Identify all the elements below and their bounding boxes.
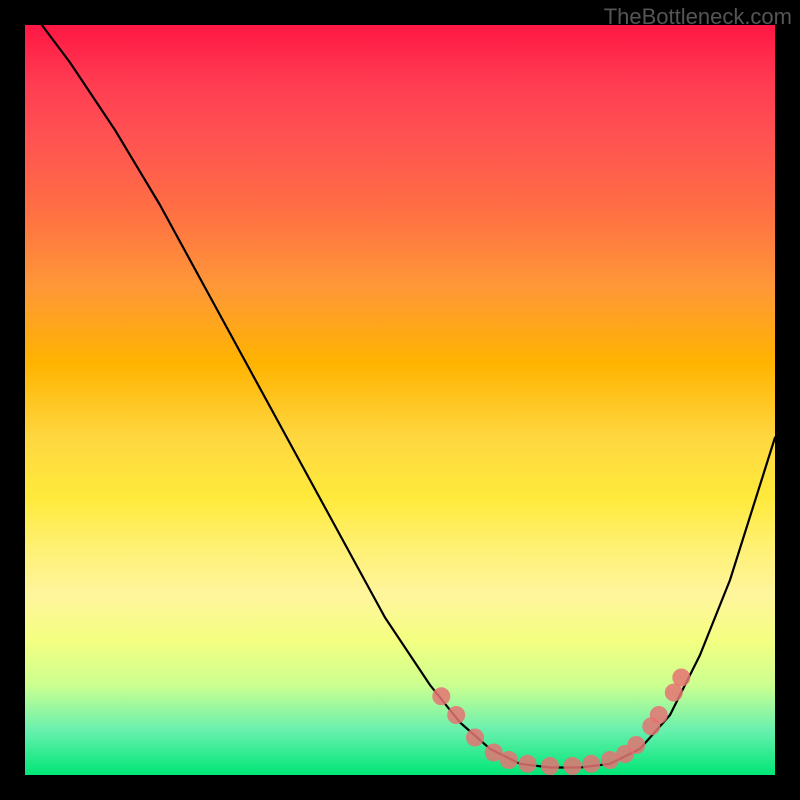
highlighted-points: [432, 669, 690, 776]
chart-frame: TheBottleneck.com: [0, 0, 800, 800]
curve-svg: [25, 25, 775, 775]
plot-area: [25, 25, 775, 775]
bottleneck-curve: [25, 25, 775, 768]
watermark-text: TheBottleneck.com: [604, 4, 792, 30]
